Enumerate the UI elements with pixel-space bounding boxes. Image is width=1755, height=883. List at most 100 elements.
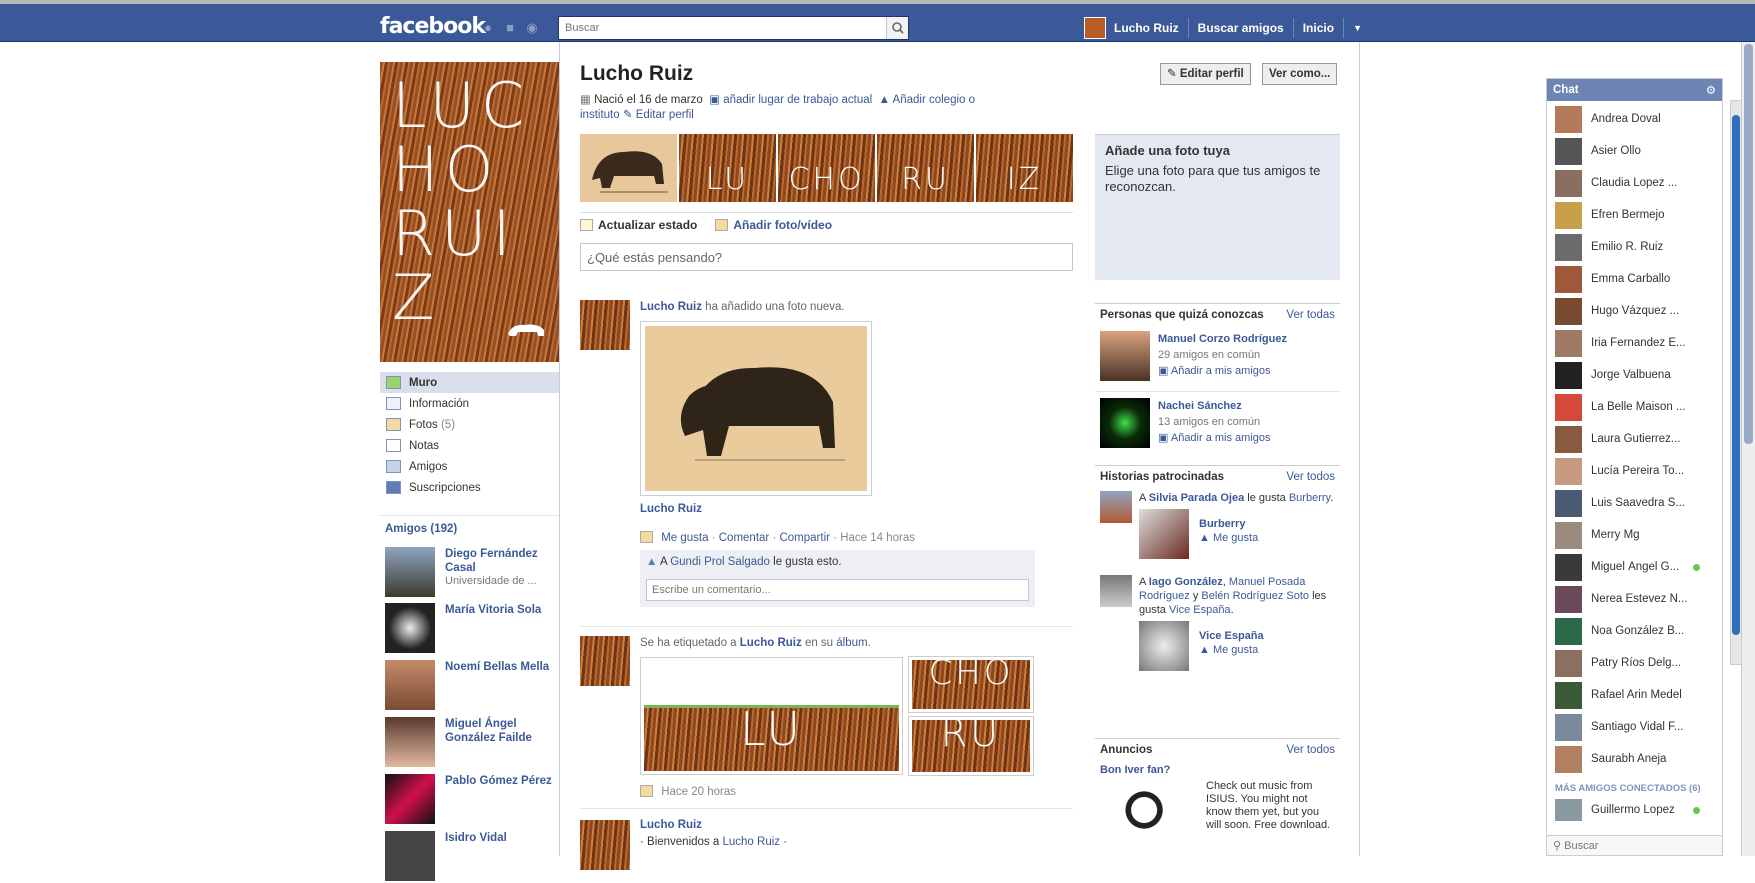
pymk-avatar[interactable] <box>1100 398 1150 448</box>
add-work-link[interactable]: añadir lugar de trabajo actual <box>723 94 872 106</box>
share-link[interactable]: Compartir <box>779 532 829 544</box>
chat-friend-row[interactable]: Saurabh Aneja <box>1547 743 1722 775</box>
sponsor-friend-avatar[interactable] <box>1100 491 1132 523</box>
photo-thumb[interactable]: LU <box>679 134 776 202</box>
page-scrollbar-thumb[interactable] <box>1744 44 1753 444</box>
ad-title-link[interactable]: Bon Iver fan? <box>1100 764 1335 776</box>
chat-friend-row[interactable]: Emilio R. Ruiz <box>1547 231 1722 263</box>
ad-item[interactable]: Bon Iver fan? Check out music from ISIUS… <box>1095 760 1340 859</box>
chat-friend-row[interactable]: Guillermo Lopez <box>1547 798 1722 822</box>
tagged-photo[interactable]: RU <box>908 716 1034 776</box>
chat-friend-row[interactable]: Nerea Estevez N... <box>1547 583 1722 615</box>
status-composer-input[interactable]: ¿Qué estás pensando? <box>580 243 1073 271</box>
nav-photos[interactable]: Fotos (5) <box>380 414 559 435</box>
ads-see-all-link[interactable]: Ver todos <box>1286 744 1335 756</box>
add-photo-tab[interactable]: Añadir foto/vídeo <box>715 218 832 232</box>
photo-thumb[interactable]: RU <box>877 134 974 202</box>
sponsored-see-all-link[interactable]: Ver todos <box>1286 471 1335 483</box>
page-link[interactable]: Vice España <box>1169 604 1231 616</box>
chat-settings-gear-icon[interactable]: ⚙ <box>1706 83 1716 97</box>
friends-count-header[interactable]: Amigos (192) <box>385 523 457 535</box>
story-avatar[interactable] <box>580 636 630 686</box>
sponsor-friend-avatar[interactable] <box>1100 575 1132 607</box>
chat-scrollbar-thumb[interactable] <box>1732 115 1740 635</box>
bison-photo-thumb[interactable] <box>580 134 677 202</box>
chat-friend-row[interactable]: Efren Bermejo <box>1547 199 1722 231</box>
sponsored-page-image[interactable] <box>1139 509 1189 559</box>
nav-subscriptions[interactable]: Suscripciones <box>380 477 559 498</box>
user-name-link[interactable]: Lucho Ruiz <box>1114 21 1179 35</box>
friend-card[interactable]: Diego Fernández Casal Universidade de ... <box>385 547 560 599</box>
chat-header[interactable]: Chat ⚙ <box>1547 79 1722 101</box>
ad-image[interactable] <box>1100 780 1198 855</box>
home-link[interactable]: Inicio <box>1303 21 1334 35</box>
search-button[interactable] <box>886 17 908 39</box>
find-friends-link[interactable]: Buscar amigos <box>1198 21 1284 35</box>
nav-info[interactable]: Información <box>380 393 559 414</box>
chat-search[interactable]: ⚲ Buscar <box>1547 835 1722 855</box>
chat-friend-row[interactable]: Hugo Vázquez ... <box>1547 295 1722 327</box>
story-avatar[interactable] <box>580 820 630 870</box>
view-as-button[interactable]: Ver como... <box>1262 63 1338 85</box>
tagged-photo[interactable]: LU <box>640 657 903 775</box>
photo-caption-link[interactable]: Lucho Ruiz <box>640 502 1060 517</box>
chat-friend-row[interactable]: Lucía Pereira To... <box>1547 455 1722 487</box>
nav-wall[interactable]: Muro <box>380 372 559 393</box>
friend-card[interactable]: María Vitoria Sola <box>385 603 560 655</box>
photo-thumb[interactable]: IZ <box>976 134 1073 202</box>
page-like-link[interactable]: ▲ Me gusta <box>1199 531 1258 545</box>
story-actor-link[interactable]: Lucho Ruiz <box>640 818 1060 833</box>
chat-friend-row[interactable]: La Belle Maison ... <box>1547 391 1722 423</box>
page-link[interactable]: Burberry <box>1289 492 1330 504</box>
chat-friend-row[interactable]: Noa González B... <box>1547 615 1722 647</box>
like-link[interactable]: Me gusta <box>661 532 708 544</box>
add-photo-box[interactable]: Añade una foto tuya Elige una foto para … <box>1095 134 1340 280</box>
add-friend-link[interactable]: ▣ Añadir a mis amigos <box>1158 363 1287 379</box>
profile-picture[interactable]: LUCHO RUIZ <box>380 62 559 362</box>
chat-friend-row[interactable]: Iria Fernandez E... <box>1547 327 1722 359</box>
chat-friend-row[interactable]: Emma Carballo <box>1547 263 1722 295</box>
friend-card[interactable]: Isidro Vidal <box>385 831 560 883</box>
account-menu-chevron-icon[interactable]: ▼ <box>1353 23 1362 33</box>
story-avatar[interactable] <box>580 300 630 350</box>
edit-profile-button[interactable]: ✎ Editar perfil <box>1160 63 1251 85</box>
chat-friend-row[interactable]: Claudia Lopez ... <box>1547 167 1722 199</box>
chat-friend-row[interactable]: Patry Ríos Delg... <box>1547 647 1722 679</box>
nav-friends[interactable]: Amigos <box>380 456 559 477</box>
chat-friend-row[interactable]: Laura Gutierrez... <box>1547 423 1722 455</box>
story-actor-link[interactable]: Lucho Ruiz <box>640 301 702 313</box>
update-status-tab[interactable]: Actualizar estado <box>580 218 697 232</box>
friend-link[interactable]: Belén Rodríguez Soto <box>1201 590 1309 602</box>
nav-notes[interactable]: Notas <box>380 435 559 456</box>
friend-requests-icon[interactable]: ● <box>480 20 496 36</box>
chat-friend-row[interactable]: Rafael Arin Medel <box>1547 679 1722 711</box>
page-title-link[interactable]: Burberry <box>1199 517 1258 531</box>
page-title-link[interactable]: Vice España <box>1199 629 1264 643</box>
chat-friend-row[interactable]: Jorge Valbuena <box>1547 359 1722 391</box>
liker-link[interactable]: Gundi Prol Salgado <box>670 556 770 568</box>
friend-link[interactable]: Iago González <box>1149 576 1223 588</box>
sponsored-page-image[interactable] <box>1139 621 1189 671</box>
friend-card[interactable]: Noemí Bellas Mella <box>385 660 560 712</box>
friend-card[interactable]: Pablo Gómez Pérez <box>385 774 560 826</box>
pymk-see-all-link[interactable]: Ver todas <box>1286 309 1335 321</box>
pymk-name-link[interactable]: Manuel Corzo Rodríguez <box>1158 331 1287 347</box>
tagged-photo[interactable]: CHO <box>908 656 1034 713</box>
pymk-name-link[interactable]: Nachei Sánchez <box>1158 398 1271 414</box>
comment-input[interactable]: Escribe un comentario... <box>646 579 1029 601</box>
tagged-user-link[interactable]: Lucho Ruiz <box>740 637 802 649</box>
album-link[interactable]: álbum <box>836 637 867 649</box>
page-link[interactable]: Lucho Ruiz <box>722 836 780 848</box>
chat-friend-row[interactable]: Miguel Ángel G... <box>1547 551 1722 583</box>
user-avatar[interactable] <box>1084 17 1106 39</box>
chat-friend-row[interactable]: Andrea Doval <box>1547 103 1722 135</box>
facebook-logo[interactable]: facebook <box>380 14 486 39</box>
story-photo[interactable] <box>640 321 872 496</box>
notifications-globe-icon[interactable]: ◉ <box>524 20 540 36</box>
messages-icon[interactable]: ■ <box>502 20 518 36</box>
chat-friend-row[interactable]: Asier Ollo <box>1547 135 1722 167</box>
edit-profile-link[interactable]: Editar perfil <box>636 109 694 121</box>
pymk-avatar[interactable] <box>1100 331 1150 381</box>
add-friend-link[interactable]: ▣ Añadir a mis amigos <box>1158 430 1271 446</box>
page-scrollbar[interactable] <box>1741 42 1755 856</box>
